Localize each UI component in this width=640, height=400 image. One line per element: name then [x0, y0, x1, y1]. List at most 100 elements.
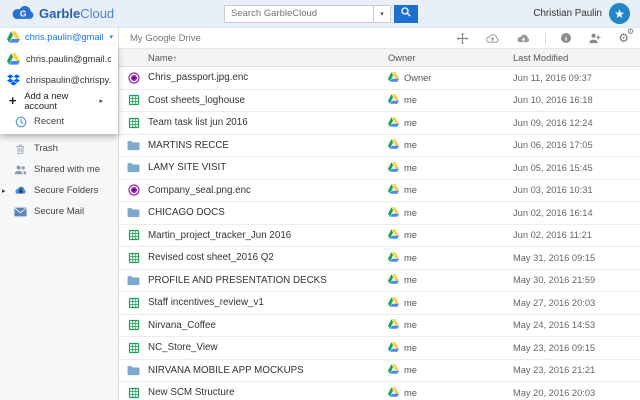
sidebar-item-label: Shared with me	[34, 164, 100, 175]
spreadsheet-icon	[119, 319, 148, 331]
file-row[interactable]: MARTINS RECCE me Jun 06, 2016 17:05	[119, 135, 640, 158]
file-name: Staff incentives_review_v1	[148, 297, 388, 308]
file-name: MARTINS RECCE	[148, 140, 388, 151]
file-modified: May 23, 2016 09:15	[513, 343, 640, 353]
file-row[interactable]: Cost sheets_loghouse me Jun 10, 2016 16:…	[119, 90, 640, 113]
account-email: chrispaulin@chrispy.com	[26, 75, 111, 85]
info-button[interactable]	[560, 32, 572, 44]
mail-icon	[14, 207, 27, 217]
file-modified: Jun 10, 2016 16:18	[513, 95, 640, 105]
svg-text:G: G	[20, 8, 27, 18]
sidebar-item-trash[interactable]: Trash	[0, 138, 118, 159]
account-email: chris.paulin@gmail.com	[26, 54, 111, 64]
cloud-download-button[interactable]	[516, 33, 531, 44]
file-row[interactable]: Team task list jun 2016 me Jun 09, 2016 …	[119, 112, 640, 135]
file-row[interactable]: New SCM Structure me May 20, 2016 20:03	[119, 382, 640, 400]
sidebar: chris.paulin@gmail.com ▾ chris.paulin@gm…	[0, 28, 119, 400]
file-row[interactable]: Company_seal.png.enc me Jun 03, 2016 10:…	[119, 180, 640, 203]
google-drive-icon	[388, 297, 399, 309]
sidebar-item-label: Secure Mail	[34, 206, 84, 217]
toolbar: ⚙⚙	[456, 32, 629, 45]
file-owner: me	[404, 140, 417, 150]
expand-chevron-icon[interactable]: ▸	[2, 187, 6, 195]
file-owner: me	[404, 365, 417, 375]
sidebar-item-shared-with-me[interactable]: Shared with me	[0, 159, 118, 180]
file-owner: me	[404, 343, 417, 353]
account-item[interactable]: chris.paulin@gmail.com	[0, 48, 118, 69]
add-user-button[interactable]	[588, 32, 602, 44]
folder-icon	[119, 365, 148, 376]
spreadsheet-icon	[119, 387, 148, 399]
search-button[interactable]	[394, 5, 418, 23]
search-input[interactable]	[224, 5, 374, 23]
cloud-upload-icon	[485, 33, 500, 44]
file-row[interactable]: Chris_passport.jpg.enc Owner Jun 11, 201…	[119, 67, 640, 90]
caret-down-icon: ▾	[380, 10, 384, 18]
file-row[interactable]: Martin_project_tracker_Jun 2016 me Jun 0…	[119, 225, 640, 248]
search-options-button[interactable]: ▾	[374, 5, 391, 23]
breadcrumb[interactable]: My Google Drive	[130, 33, 201, 44]
spreadsheet-icon	[119, 117, 148, 129]
account-item[interactable]: chrispaulin@chrispy.com	[0, 69, 118, 90]
spreadsheet-icon	[119, 252, 148, 264]
account-switcher[interactable]: chris.paulin@gmail.com ▾	[0, 28, 118, 45]
google-drive-icon	[7, 53, 20, 65]
sidebar-item-label: Trash	[34, 143, 58, 154]
top-header: G GarbleCloud ▾ Christian Paulin ★	[0, 0, 640, 28]
file-row[interactable]: Staff incentives_review_v1 me May 27, 20…	[119, 292, 640, 315]
sidebar-item-secure-folders[interactable]: ▸ Secure Folders	[0, 180, 118, 201]
column-header-owner[interactable]: Owner	[388, 53, 513, 63]
add-account-button[interactable]: + Add a new account ▸	[0, 90, 118, 111]
chevron-right-icon: ▸	[99, 97, 103, 105]
file-name: CHICAGO DOCS	[148, 207, 388, 218]
file-row[interactable]: PROFILE AND PRESENTATION DECKS me May 30…	[119, 270, 640, 293]
file-name: NC_Store_View	[148, 342, 388, 353]
file-owner: me	[404, 253, 417, 263]
sidebar-item-recent[interactable]: Recent	[0, 111, 118, 132]
file-name: PROFILE AND PRESENTATION DECKS	[148, 275, 388, 286]
cloud-upload-button[interactable]	[485, 33, 500, 44]
file-name: Team task list jun 2016	[148, 117, 388, 128]
file-name: Cost sheets_loghouse	[148, 95, 388, 106]
spreadsheet-icon	[119, 297, 148, 309]
file-row[interactable]: NIRVANA MOBILE APP MOCKUPS me May 23, 20…	[119, 360, 640, 383]
file-row[interactable]: Nirvana_Coffee me May 24, 2016 14:53	[119, 315, 640, 338]
file-modified: May 27, 2016 20:03	[513, 298, 640, 308]
google-drive-icon	[388, 229, 399, 241]
file-modified: Jun 05, 2016 15:45	[513, 163, 640, 173]
file-modified: Jun 09, 2016 12:24	[513, 118, 640, 128]
file-name: Chris_passport.jpg.enc	[148, 72, 388, 83]
settings-icon: ⚙⚙	[618, 32, 629, 45]
file-row[interactable]: NC_Store_View me May 23, 2016 09:15	[119, 337, 640, 360]
move-button[interactable]	[456, 32, 469, 45]
avatar[interactable]: ★	[609, 3, 630, 24]
folder-icon	[119, 207, 148, 218]
folder-icon	[119, 275, 148, 286]
spreadsheet-icon	[119, 94, 148, 106]
sidebar-nav: Trash Shared with me ▸ Secure Folders Se…	[0, 134, 118, 222]
google-drive-icon	[388, 207, 399, 219]
file-row[interactable]: CHICAGO DOCS me Jun 02, 2016 16:14	[119, 202, 640, 225]
clock-icon	[14, 116, 27, 128]
settings-button[interactable]: ⚙⚙	[618, 32, 629, 45]
column-header-modified[interactable]: Last Modified	[513, 53, 640, 63]
folder-icon	[119, 162, 148, 173]
google-drive-icon	[388, 162, 399, 174]
google-drive-icon	[388, 72, 399, 84]
file-name: Company_seal.png.enc	[148, 185, 388, 196]
file-owner: me	[404, 320, 417, 330]
file-row[interactable]: LAMY SITE VISIT me Jun 05, 2016 15:45	[119, 157, 640, 180]
google-drive-icon	[388, 342, 399, 354]
sidebar-item-secure-mail[interactable]: Secure Mail	[0, 201, 118, 222]
sort-ascending-icon: ↑	[173, 54, 177, 63]
main-panel: My Google Drive ⚙⚙ Name↑	[119, 28, 640, 400]
file-row[interactable]: Revised cost sheet_2016 Q2 me May 31, 20…	[119, 247, 640, 270]
file-name: LAMY SITE VISIT	[148, 162, 388, 173]
user-menu[interactable]: Christian Paulin ★	[533, 3, 630, 24]
table-header: Name↑ Owner Last Modified	[119, 49, 640, 67]
column-header-name[interactable]: Name↑	[148, 53, 388, 63]
breadcrumb-bar: My Google Drive ⚙⚙	[119, 28, 640, 49]
app-logo[interactable]: G GarbleCloud	[10, 4, 120, 24]
file-name: Revised cost sheet_2016 Q2	[148, 252, 388, 263]
spreadsheet-icon	[119, 229, 148, 241]
